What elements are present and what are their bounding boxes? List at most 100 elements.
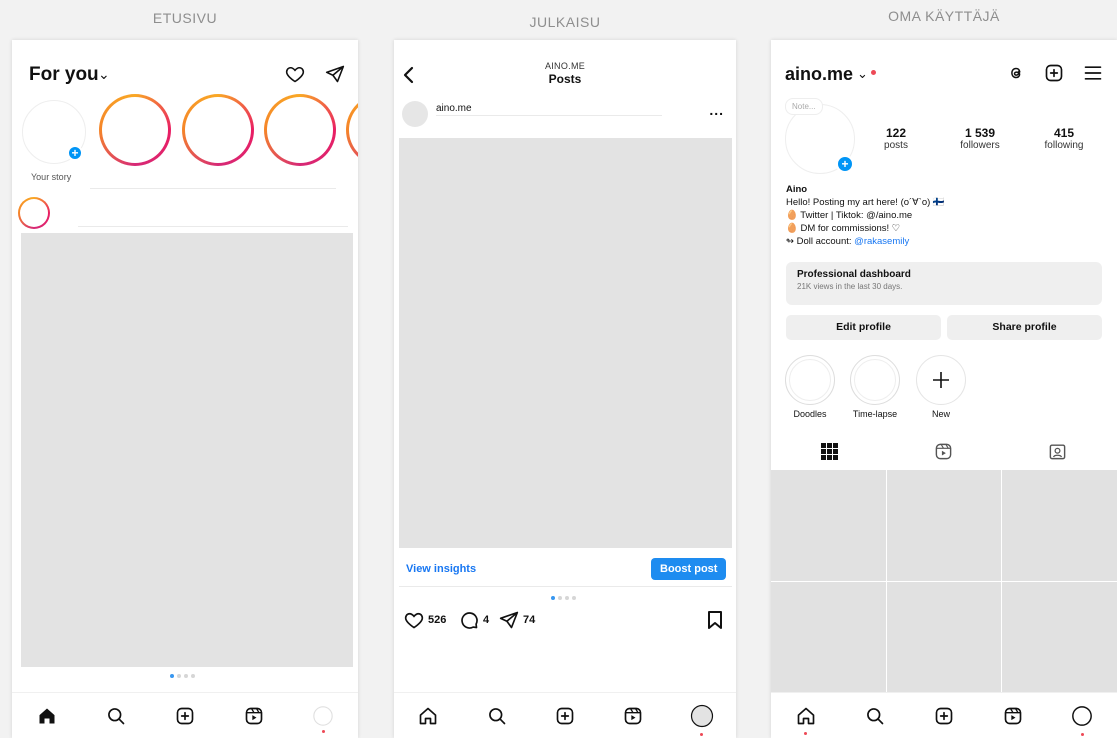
post-screen: AINO.ME Posts aino.me ... View insights …	[394, 40, 736, 738]
post-image-placeholder[interactable]	[21, 233, 353, 667]
menu-icon[interactable]	[1083, 63, 1103, 83]
post-author-avatar[interactable]	[402, 101, 428, 127]
share-count[interactable]: 74	[523, 614, 535, 626]
profile-icon[interactable]	[685, 699, 719, 736]
your-story-label: Your story	[31, 172, 72, 182]
bio-line: 🥚 DM for commissions! ♡	[786, 223, 901, 234]
grid-post[interactable]	[1002, 470, 1117, 581]
grid-post[interactable]	[771, 581, 886, 692]
notification-dot	[871, 70, 876, 75]
divider	[90, 188, 336, 189]
post-header-title: Posts	[548, 72, 582, 86]
followers-count: 1 539	[964, 126, 996, 140]
post-author-avatar[interactable]	[18, 197, 50, 229]
feed-title[interactable]: For you	[29, 64, 99, 86]
reels-tab-icon[interactable]	[934, 442, 953, 461]
column-label-profile: OMA KÄYTTÄJÄ	[888, 8, 1000, 24]
divider	[436, 115, 662, 116]
grid-post[interactable]	[1002, 581, 1117, 692]
stat-followers[interactable]: 1 539 followers	[949, 126, 1011, 151]
stat-following[interactable]: 415 following	[1033, 126, 1095, 151]
comment-count[interactable]: 4	[483, 614, 489, 626]
highlight-label: Time-lapse	[852, 409, 898, 419]
home-icon[interactable]	[411, 699, 445, 733]
share-icon[interactable]	[499, 610, 519, 630]
plus-icon	[933, 372, 949, 388]
like-heart-icon[interactable]	[404, 610, 424, 630]
story-ring[interactable]	[99, 94, 171, 166]
create-icon[interactable]	[548, 699, 582, 733]
column-label-home: ETUSIVU	[152, 10, 218, 26]
highlight-timelapse[interactable]	[850, 355, 900, 405]
post-author-username[interactable]: aino.me	[436, 103, 472, 114]
tagged-tab-icon[interactable]	[1048, 442, 1067, 461]
home-screen: For you ⌄ + Your story	[12, 40, 358, 738]
create-icon[interactable]	[168, 699, 202, 733]
reels-icon[interactable]	[237, 699, 271, 733]
divider	[399, 586, 732, 587]
profile-bio: Aino Hello! Posting my art here! (o´∀`o)…	[786, 183, 1106, 248]
grid-post[interactable]	[771, 470, 886, 581]
doll-account-link[interactable]: @rakasemily	[854, 236, 909, 247]
professional-dashboard[interactable]: Professional dashboard 21K views in the …	[786, 262, 1102, 305]
boost-post-button[interactable]: Boost post	[651, 558, 727, 580]
dashboard-subtitle: 21K views in the last 30 days.	[797, 282, 903, 291]
posts-count: 122	[885, 126, 907, 140]
divider	[78, 226, 348, 227]
share-profile-button[interactable]: Share profile	[947, 315, 1102, 340]
bookmark-icon[interactable]	[707, 610, 723, 630]
highlight-doodles[interactable]	[785, 355, 835, 405]
following-count: 415	[1053, 126, 1075, 140]
heart-icon[interactable]	[285, 64, 305, 84]
view-insights-link[interactable]: View insights	[406, 563, 476, 575]
home-icon[interactable]	[30, 699, 64, 733]
post-grid	[771, 470, 1117, 692]
carousel-dots	[551, 596, 576, 600]
dashboard-title: Professional dashboard	[797, 269, 911, 280]
bio-line: 🥚 Twitter | Tiktok: @/aino.me	[786, 210, 913, 221]
following-label: following	[1044, 140, 1084, 151]
note-bubble[interactable]: Note...	[785, 98, 823, 115]
post-image-placeholder[interactable]	[399, 138, 732, 548]
send-icon[interactable]	[325, 64, 345, 84]
stat-posts[interactable]: 122 posts	[871, 126, 921, 151]
reels-icon[interactable]	[996, 699, 1030, 733]
add-story-plus-icon[interactable]: +	[836, 155, 854, 173]
bottom-nav	[394, 692, 736, 738]
profile-screen: aino.me ⌄ Note... + 122 posts 1 539 foll…	[771, 40, 1117, 738]
chevron-down-icon[interactable]: ⌄	[98, 66, 110, 83]
highlight-new[interactable]	[916, 355, 966, 405]
bottom-nav	[771, 692, 1117, 738]
bio-line: ↬ Doll account: @rakasemily	[786, 236, 910, 247]
create-icon[interactable]	[927, 699, 961, 733]
story-ring[interactable]	[182, 94, 254, 166]
reels-icon[interactable]	[616, 699, 650, 733]
more-options-icon[interactable]: ...	[709, 102, 724, 118]
home-icon[interactable]	[789, 699, 823, 735]
profile-icon[interactable]	[306, 699, 340, 733]
search-icon[interactable]	[480, 699, 514, 733]
threads-icon[interactable]	[1007, 63, 1025, 83]
add-story-plus-icon[interactable]: +	[67, 145, 83, 161]
edit-profile-button[interactable]: Edit profile	[786, 315, 941, 340]
chevron-down-icon[interactable]: ⌄	[857, 66, 868, 82]
bio-line: Hello! Posting my art here! (o´∀`o) 🇫🇮	[786, 197, 945, 208]
search-icon[interactable]	[858, 699, 892, 733]
carousel-dots	[170, 674, 195, 678]
story-ring[interactable]	[346, 94, 358, 166]
grid-post[interactable]	[886, 581, 1002, 692]
create-icon[interactable]	[1044, 63, 1064, 83]
comment-icon[interactable]	[459, 610, 479, 630]
story-ring[interactable]	[264, 94, 336, 166]
profile-name: Aino	[786, 184, 808, 195]
post-header-username: AINO.ME	[544, 61, 586, 71]
grid-post[interactable]	[886, 470, 1002, 581]
profile-icon[interactable]	[1065, 699, 1099, 736]
profile-handle[interactable]: aino.me	[785, 64, 853, 85]
like-count[interactable]: 526	[428, 614, 446, 626]
grid-tab-icon[interactable]	[821, 443, 838, 460]
bottom-nav	[12, 692, 358, 738]
followers-label: followers	[960, 140, 1000, 151]
column-label-post: JULKAISU	[529, 14, 601, 30]
search-icon[interactable]	[99, 699, 133, 733]
